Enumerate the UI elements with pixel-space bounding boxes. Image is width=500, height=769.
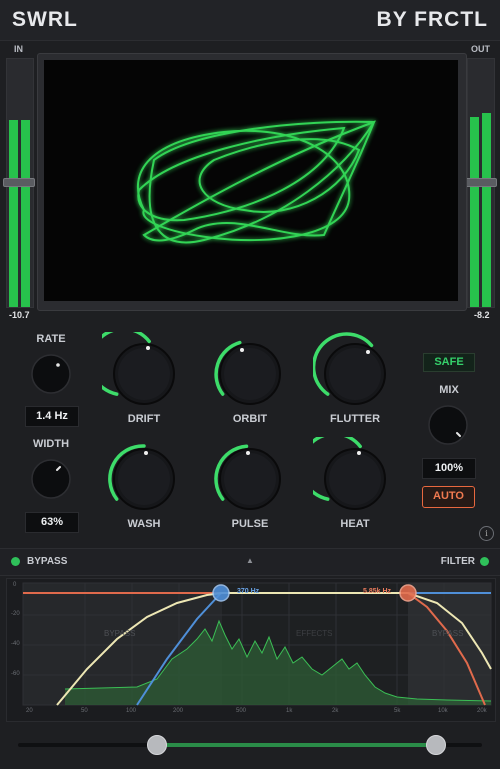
y-tick-3: -60 (11, 671, 20, 677)
input-gain-handle[interactable] (3, 178, 35, 187)
drift-knob[interactable] (88, 327, 186, 421)
bypass-label[interactable]: BYPASS (27, 556, 67, 567)
x-tick-20k: 20k (477, 708, 487, 714)
wash-knob[interactable] (102, 437, 186, 526)
width-value[interactable]: 63% (25, 512, 79, 533)
rate-label: RATE (36, 333, 66, 345)
zone-label-right: BYPASS (432, 629, 464, 638)
wash-label: WASH (127, 518, 161, 530)
lissajous-scope (44, 60, 458, 301)
plugin-title: SWRL (12, 8, 78, 31)
filter-label[interactable]: FILTER (441, 556, 475, 567)
scope-trace (137, 120, 376, 244)
rate-value[interactable]: 1.4 Hz (25, 406, 79, 427)
x-tick-20: 20 (26, 708, 33, 714)
x-tick-200: 200 (173, 708, 184, 714)
y-tick-2: -40 (11, 641, 20, 647)
input-meter-value: -10.7 (9, 310, 30, 320)
info-icon[interactable]: i (479, 526, 494, 541)
collapse-arrow-icon[interactable]: ▲ (246, 556, 254, 565)
mix-label: MIX (439, 384, 459, 396)
range-slider-fill (157, 743, 435, 747)
pulse-label: PULSE (231, 518, 269, 530)
input-meter-left-bar (9, 120, 18, 307)
mix-knob[interactable] (427, 404, 469, 451)
safe-toggle[interactable]: SAFE (423, 353, 475, 372)
output-meter-right-bar (482, 113, 491, 307)
y-tick-0: 0 (13, 582, 17, 588)
rate-knob[interactable] (30, 353, 72, 400)
output-meter-value: -8.2 (474, 310, 490, 320)
range-slider-low-thumb[interactable] (147, 735, 167, 755)
y-tick-1: -20 (11, 611, 20, 617)
filter-display[interactable] (6, 578, 496, 722)
output-gain-handle[interactable] (465, 178, 497, 187)
bypass-filter-bar: BYPASS ▲ FILTER (0, 548, 500, 576)
width-knob[interactable] (30, 458, 72, 505)
zone-label-middle: EFFECTS (296, 629, 333, 638)
mix-value[interactable]: 100% (422, 458, 476, 479)
header: SWRL BY FRCTL (0, 0, 500, 41)
flutter-label: FLUTTER (329, 413, 381, 425)
drift-label: DRIFT (127, 413, 161, 425)
x-tick-500: 500 (236, 708, 247, 714)
zone-label-left: BYPASS (104, 629, 136, 638)
brand-label: BY FRCTL (376, 8, 488, 31)
range-slider-high-thumb[interactable] (426, 735, 446, 755)
input-meter-label: IN (14, 44, 23, 54)
bypass-led-icon[interactable] (11, 557, 20, 566)
input-meter-right-bar (21, 120, 30, 307)
output-meter-label: OUT (471, 44, 490, 54)
orbit-knob[interactable] (208, 332, 292, 421)
range-slider-track[interactable] (18, 743, 482, 747)
width-label: WIDTH (32, 438, 70, 450)
x-tick-50: 50 (81, 708, 88, 714)
filter-led-icon[interactable] (480, 557, 489, 566)
high-cut-frequency: 5.85k Hz (363, 588, 392, 595)
auto-button[interactable]: AUTO (422, 486, 475, 508)
output-meter-left-bar (470, 117, 479, 307)
orbit-label: ORBIT (232, 413, 268, 425)
heat-knob[interactable] (299, 432, 397, 526)
x-tick-10k: 10k (438, 708, 448, 714)
heat-label: HEAT (340, 518, 370, 530)
flutter-knob[interactable] (311, 332, 397, 421)
pulse-knob[interactable] (208, 437, 292, 526)
x-tick-5k: 5k (394, 708, 401, 714)
x-tick-100: 100 (126, 708, 137, 714)
x-tick-2k: 2k (332, 708, 339, 714)
x-tick-1k: 1k (286, 708, 293, 714)
low-cut-frequency: 370 Hz (237, 588, 260, 595)
